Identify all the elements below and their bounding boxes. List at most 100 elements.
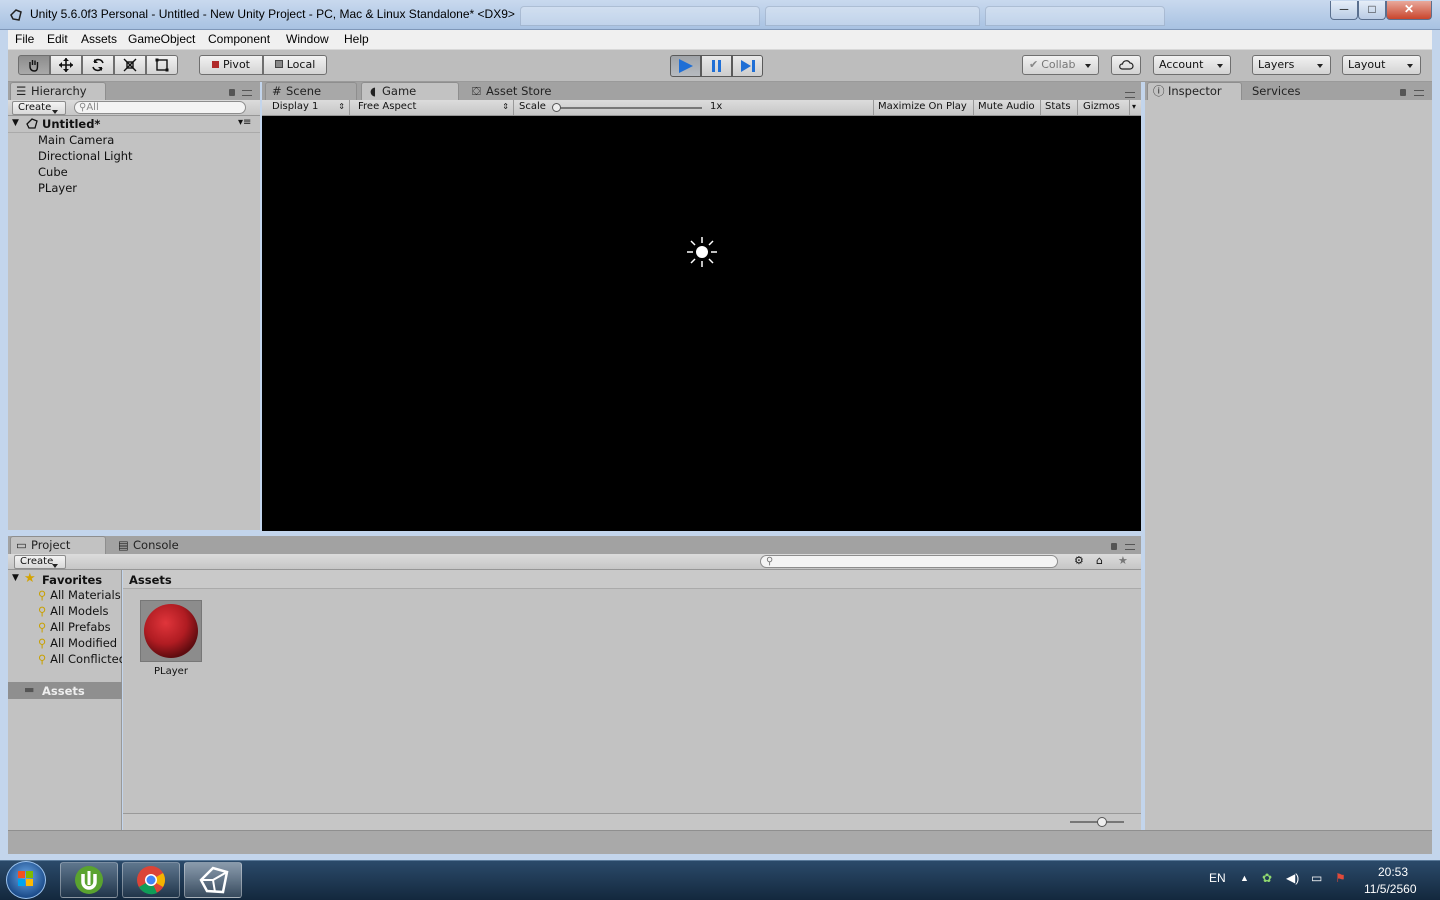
menu-gameobject[interactable]: GameObject (128, 32, 195, 46)
stats-toggle[interactable]: Stats (1040, 100, 1077, 115)
project-create-button[interactable]: Create (14, 555, 66, 569)
display-icon[interactable]: ▭ (1311, 871, 1322, 885)
main-toolbar: Pivot Local ✔ Collab Account Layers Layou… (8, 50, 1432, 82)
taskbar-app-utorrent[interactable] (60, 862, 118, 898)
local-toggle[interactable]: Local (263, 55, 327, 75)
asset-thumbnail[interactable] (140, 600, 202, 662)
hierarchy-item[interactable]: Directional Light (38, 149, 133, 163)
start-button[interactable] (6, 861, 46, 899)
layers-dropdown[interactable]: Layers (1252, 55, 1331, 75)
taskbar-app-unity[interactable] (184, 862, 242, 898)
collab-dropdown[interactable]: ✔ Collab (1022, 55, 1099, 75)
tab-console[interactable]: ▤ Console (112, 536, 208, 554)
scale-slider-track[interactable] (557, 107, 702, 109)
game-view[interactable] (262, 116, 1141, 531)
gizmos-dropdown-arrow[interactable]: ▾ (1129, 100, 1141, 115)
assets-folder-row[interactable]: ▬ Assets (8, 682, 122, 699)
expand-arrow-icon[interactable]: ▼ (12, 573, 19, 583)
menu-file[interactable]: File (15, 32, 34, 46)
menu-help[interactable]: Help (344, 32, 369, 46)
scene-menu-icon[interactable]: ▾≡ (238, 117, 251, 128)
move-icon (59, 58, 73, 72)
star-icon[interactable]: ★ (1118, 554, 1128, 567)
hierarchy-item[interactable]: PLayer (38, 181, 77, 195)
expand-arrow-icon[interactable]: ▼ (12, 118, 19, 128)
tab-hierarchy[interactable]: ☰ Hierarchy (10, 82, 106, 100)
assets-footer (123, 813, 1141, 830)
tab-services[interactable]: Services (1245, 82, 1335, 100)
pivot-toggle[interactable]: Pivot (199, 55, 263, 75)
grid-icon: # (272, 84, 282, 98)
scale-tool-button[interactable] (114, 55, 146, 75)
hierarchy-create-button[interactable]: Create (12, 101, 66, 115)
panel-menu-icon[interactable] (1414, 90, 1424, 96)
cloud-button[interactable] (1111, 55, 1141, 75)
panel-menu-icon[interactable] (242, 90, 252, 96)
close-button[interactable]: ✕ (1386, 1, 1432, 20)
display-dropdown[interactable]: Display 1 ⇕ (262, 100, 350, 115)
mute-audio-toggle[interactable]: Mute Audio (973, 100, 1040, 115)
gizmos-toggle[interactable]: Gizmos (1077, 100, 1129, 115)
account-dropdown[interactable]: Account (1153, 55, 1231, 75)
tab-game[interactable]: ◖ Game (361, 82, 459, 100)
asset-label[interactable]: PLayer (140, 666, 202, 677)
rect-tool-button[interactable] (146, 55, 178, 75)
tab-project-label: Project (31, 538, 71, 552)
tab-inspector[interactable]: ⓘ Inspector (1147, 82, 1242, 100)
tab-project[interactable]: ▭ Project (10, 536, 106, 554)
scene-row[interactable]: ▼ Untitled* ▾≡ (8, 116, 260, 133)
taskbar-app-chrome[interactable] (122, 862, 180, 898)
panel-menu-icon[interactable] (1125, 544, 1135, 550)
maximize-button[interactable]: □ (1358, 1, 1386, 20)
hand-tool-button[interactable] (18, 55, 50, 75)
unity-icon (199, 866, 229, 894)
menu-component[interactable]: Component (208, 32, 270, 46)
hierarchy-item[interactable]: Main Camera (38, 133, 114, 147)
tab-scene[interactable]: # Scene (265, 82, 357, 100)
folder-icon: ▬ (24, 683, 35, 696)
menu-edit[interactable]: Edit (47, 32, 68, 46)
minimize-button[interactable]: ─ (1330, 1, 1358, 20)
favorite-item[interactable]: ⚲ All Conflicted (38, 652, 122, 666)
move-tool-button[interactable] (50, 55, 82, 75)
local-label: Local (286, 58, 316, 71)
background-window-tab (985, 6, 1165, 26)
hierarchy-search-input[interactable]: ⚲All (74, 101, 246, 114)
menu-assets[interactable]: Assets (81, 32, 117, 46)
icon-size-slider-thumb[interactable] (1097, 817, 1107, 827)
scale-slider-thumb[interactable] (552, 103, 561, 112)
search-icon: ⚲ (38, 636, 51, 650)
pause-button[interactable] (701, 55, 732, 77)
favorite-item[interactable]: ⚲ All Prefabs (38, 620, 111, 634)
lock-icon[interactable] (1111, 543, 1117, 550)
step-button[interactable] (732, 55, 763, 77)
panel-menu-icon[interactable] (1125, 92, 1135, 98)
favorite-item[interactable]: ⚲ All Models (38, 604, 109, 618)
favorite-item[interactable]: ⚲ All Modified (38, 636, 117, 650)
menu-window[interactable]: Window (286, 32, 329, 46)
volume-icon[interactable]: ◀) (1286, 871, 1299, 885)
favorite-label: All Prefabs (50, 620, 111, 634)
lock-icon[interactable] (1400, 89, 1406, 96)
aspect-dropdown[interactable]: Free Aspect ⇕ (352, 100, 514, 115)
clock-date[interactable]: 11/5/2560 (1364, 882, 1417, 896)
show-hidden-icons-icon[interactable]: ▲ (1240, 873, 1249, 883)
favorites-label[interactable]: Favorites (42, 573, 102, 587)
tab-asset-store[interactable]: ⛋ Asset Store (465, 82, 575, 100)
language-indicator[interactable]: EN (1209, 871, 1226, 885)
lock-icon[interactable] (229, 89, 235, 96)
play-button[interactable] (670, 55, 701, 77)
tag-icon[interactable]: ⌂ (1096, 554, 1103, 567)
search-icon: ⚲ (38, 652, 51, 666)
maximize-on-play-toggle[interactable]: Maximize On Play (873, 100, 973, 115)
network-status-icon[interactable]: ✿ (1262, 871, 1272, 885)
rotate-tool-button[interactable] (82, 55, 114, 75)
layout-dropdown[interactable]: Layout (1342, 55, 1421, 75)
breadcrumb-assets[interactable]: Assets (129, 573, 172, 587)
filter-type-icon[interactable]: ⚙ (1074, 554, 1084, 567)
action-center-flag-icon[interactable]: ⚑ (1335, 871, 1346, 885)
clock-time[interactable]: 20:53 (1378, 865, 1408, 879)
project-search-input[interactable]: ⚲ (760, 555, 1058, 568)
favorite-item[interactable]: ⚲ All Materials (38, 588, 121, 602)
hierarchy-item[interactable]: Cube (38, 165, 68, 179)
